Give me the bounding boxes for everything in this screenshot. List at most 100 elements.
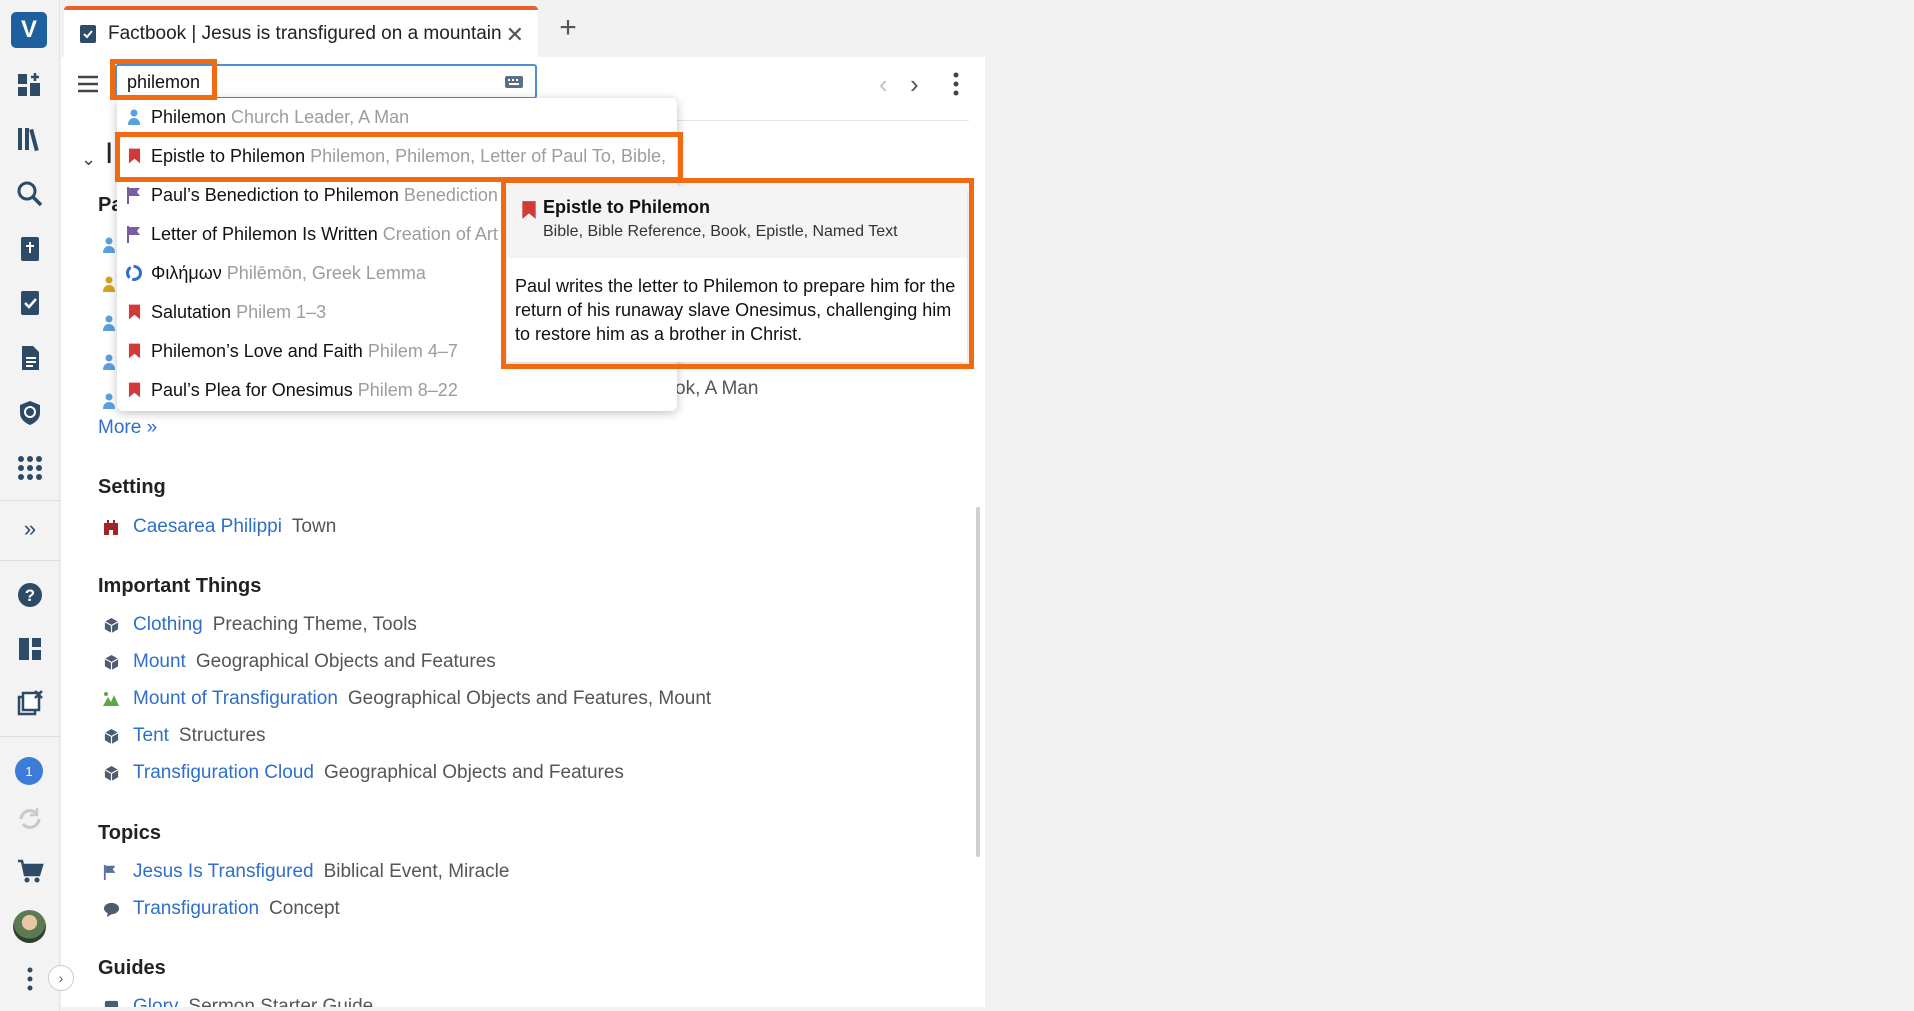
item-description: Geographical Objects and Features (323, 762, 624, 783)
layouts-icon[interactable] (11, 630, 49, 668)
preview-types: Bible, Bible Reference, Book, Epistle, N… (543, 223, 898, 240)
preview-title: Epistle to Philemon (543, 197, 711, 217)
list-item[interactable]: Tent Structures (102, 721, 266, 751)
rail-divider (0, 500, 60, 501)
suggestion-name: Letter of Philemon Is Written (151, 223, 378, 244)
item-description: Biblical Event, Miracle (323, 861, 510, 882)
new-tab-button[interactable]: + (550, 10, 586, 46)
rail-divider (0, 560, 60, 561)
link-text[interactable]: Clothing (133, 614, 203, 636)
list-item[interactable]: Caesarea Philippi Town (102, 512, 336, 542)
partial-row-text: ok, A Man (675, 378, 759, 399)
close-icon[interactable]: ✕ (506, 22, 524, 48)
topics-heading: Topics (98, 822, 161, 844)
link-text[interactable]: Mount of Transfiguration (133, 688, 338, 710)
link-text[interactable]: Jesus Is Transfigured (133, 861, 314, 883)
suggestion-name: Paul’s Benediction to Philemon (151, 184, 399, 205)
cart-icon[interactable] (11, 852, 49, 890)
suggestion-name: Paul’s Plea for Onesimus (151, 379, 353, 400)
preview-description: Paul writes the letter to Philemon to pr… (515, 276, 956, 344)
suggestion-name: Philemon’s Love and Faith (151, 340, 363, 361)
item-description: Concept (269, 898, 340, 919)
tab-bar: Factbook | Jesus is transfigured on a mo… (60, 0, 1914, 57)
avatar[interactable] (13, 910, 46, 943)
flag-icon (102, 863, 120, 881)
item-description: Geographical Objects and Features (195, 651, 496, 672)
person-icon (125, 107, 143, 127)
item-description: Sermon Starter Guide (188, 996, 374, 1007)
rail-divider (0, 736, 60, 737)
sync-icon[interactable] (11, 800, 49, 838)
cube-icon (102, 764, 120, 782)
cube-icon (102, 727, 120, 745)
item-description: Town (291, 516, 337, 537)
suggestion-meta: Benediction (403, 184, 498, 205)
chevron-down-icon[interactable]: ⌄ (81, 149, 96, 170)
panel-menu-icon[interactable] (951, 69, 961, 99)
library-icon[interactable] (11, 120, 49, 158)
item-description: Preaching Theme, Tools (212, 614, 417, 635)
suggestion-meta: Philem 4–7 (367, 340, 458, 361)
item-description: Structures (178, 725, 266, 746)
svg-text:?: ? (25, 586, 35, 605)
link-text[interactable]: Tent (133, 725, 169, 747)
speech-bubble-icon (102, 900, 120, 918)
left-rail: V » ? 1 (0, 0, 60, 1011)
link-text[interactable]: Mount (133, 651, 186, 673)
bookmark-icon (125, 302, 143, 322)
document-icon[interactable] (11, 339, 49, 377)
suggestion-item[interactable]: Paul’s Plea for Onesimus Philem 8–22 (117, 371, 677, 409)
more-link[interactable]: More » (98, 417, 157, 439)
list-item[interactable]: Jesus Is Transfigured Biblical Event, Mi… (102, 857, 509, 887)
tab-title: Factbook | Jesus is transfigured on a mo… (108, 22, 502, 44)
list-item[interactable]: Mount of Transfiguration Geographical Ob… (102, 684, 711, 714)
link-text[interactable]: Transfiguration Cloud (133, 762, 314, 784)
bible-icon[interactable] (11, 230, 49, 268)
factbook-icon (80, 24, 96, 43)
important-things-heading: Important Things (98, 575, 262, 597)
menu-icon[interactable] (75, 71, 101, 97)
item-description: Geographical Objects and Features, Mount (347, 688, 712, 709)
more-icon[interactable] (11, 960, 49, 998)
suggestion-item[interactable]: Epistle to Philemon Philemon, Philemon, … (117, 137, 677, 175)
dashboard-add-icon[interactable] (11, 66, 49, 104)
link-text[interactable]: Glory (133, 996, 178, 1007)
suggestion-meta: Philēmōn, Greek Lemma (226, 262, 426, 283)
tab-factbook[interactable]: Factbook | Jesus is transfigured on a mo… (64, 6, 538, 57)
list-item[interactable]: Mount Geographical Objects and Features (102, 647, 496, 677)
search-input[interactable] (127, 70, 467, 94)
list-item[interactable]: Clothing Preaching Theme, Tools (102, 610, 417, 640)
logos-logo-icon[interactable]: V (11, 12, 47, 48)
help-icon[interactable]: ? (11, 576, 49, 614)
cube-icon (102, 653, 120, 671)
section-heading-partial: I (105, 137, 114, 170)
search-box[interactable] (115, 64, 537, 99)
bookmark-icon (522, 201, 536, 219)
list-item[interactable]: Transfiguration Concept (102, 894, 340, 924)
link-text[interactable]: Transfiguration (133, 898, 259, 920)
back-arrow-icon[interactable]: ‹ (879, 69, 888, 100)
link-text[interactable]: Caesarea Philippi (133, 516, 282, 538)
bookmark-icon (125, 380, 143, 400)
setting-heading: Setting (98, 476, 166, 498)
notifications-icon[interactable]: 1 (15, 757, 43, 785)
factbook-icon[interactable] (11, 284, 49, 322)
preview-header: Epistle to Philemon Bible, Bible Referen… (507, 186, 967, 258)
person-icon (103, 354, 115, 370)
scrollbar[interactable] (976, 507, 980, 857)
suggestion-meta: Church Leader, A Man (231, 106, 410, 127)
study-icon[interactable] (11, 394, 49, 432)
person-icon (103, 276, 115, 292)
expand-rail-button[interactable]: › (48, 965, 74, 991)
search-icon[interactable] (11, 175, 49, 213)
suggestion-name: Φιλήμων (151, 262, 222, 283)
close-panels-icon[interactable] (11, 684, 49, 722)
apps-grid-icon[interactable] (11, 449, 49, 487)
keyboard-icon[interactable] (504, 74, 524, 90)
lemma-icon (125, 263, 143, 283)
forward-arrow-icon[interactable]: › (910, 69, 919, 100)
suggestion-item[interactable]: Philemon Church Leader, A Man (117, 98, 677, 136)
list-item[interactable]: Glory Sermon Starter Guide (102, 992, 373, 1007)
expand-icon[interactable]: » (11, 510, 49, 548)
list-item[interactable]: Transfiguration Cloud Geographical Objec… (102, 758, 624, 788)
